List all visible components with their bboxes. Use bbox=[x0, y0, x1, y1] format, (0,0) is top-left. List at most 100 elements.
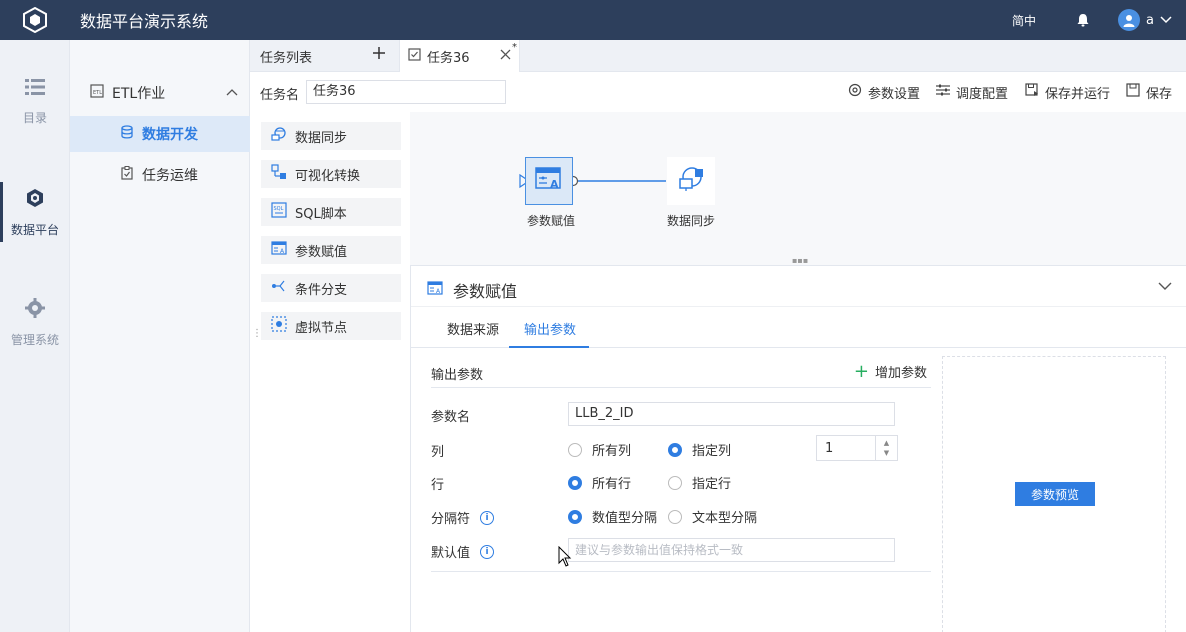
palette-item-label: 条件分支 bbox=[295, 282, 348, 298]
task-name-input[interactable]: 任务36 bbox=[306, 80, 506, 104]
data-sync-icon bbox=[271, 126, 287, 146]
virtual-node-icon bbox=[271, 316, 287, 336]
palette-item-data-sync[interactable]: 数据同步 bbox=[261, 122, 401, 150]
chevron-down-icon[interactable]: ▼ bbox=[884, 448, 889, 458]
branch-icon bbox=[271, 278, 287, 298]
data-sync-icon bbox=[677, 165, 705, 197]
label-text: 分隔符 bbox=[431, 512, 471, 527]
task-name-label: 任务名 bbox=[260, 88, 300, 103]
flow-canvas[interactable]: A 参数赋值 数据同步 bbox=[410, 112, 1186, 265]
chevron-down-icon[interactable] bbox=[1158, 280, 1172, 295]
active-tab-indicator bbox=[509, 346, 589, 348]
radio-label: 文本型分隔 bbox=[692, 511, 758, 526]
close-icon[interactable] bbox=[500, 49, 511, 64]
palette-item-param-assign[interactable]: A 参数赋值 bbox=[261, 236, 401, 264]
radio-text-separator[interactable]: 文本型分隔 bbox=[668, 507, 757, 526]
etl-icon: ETL bbox=[90, 84, 104, 102]
nav-label: 数据平台 bbox=[10, 223, 59, 237]
info-icon[interactable]: i bbox=[480, 510, 495, 525]
radio-numeric-separator[interactable]: 数值型分隔 bbox=[568, 507, 657, 526]
param-preview-area: 参数预览 bbox=[942, 356, 1166, 632]
save-button[interactable]: 保存 bbox=[1126, 82, 1172, 102]
svg-text:ETL: ETL bbox=[93, 90, 102, 96]
top-bar: 数据平台演示系统 简中 a bbox=[0, 0, 1186, 40]
stepper-arrows[interactable]: ▲ ▼ bbox=[875, 436, 897, 460]
user-menu[interactable]: a bbox=[1118, 9, 1172, 31]
output-params-header: 输出参数 + 增加参数 bbox=[431, 358, 931, 388]
palette-resize-handle[interactable]: ⋮ bbox=[252, 328, 262, 339]
label-text: 行 bbox=[431, 478, 445, 493]
save-and-run-button[interactable]: 保存并运行 bbox=[1025, 82, 1110, 102]
language-switch[interactable]: 简中 bbox=[1012, 12, 1036, 29]
separator-label: 分隔符 i bbox=[431, 508, 495, 527]
node-data-sync[interactable] bbox=[667, 157, 715, 205]
node-param-assign[interactable]: A bbox=[525, 157, 573, 205]
task-toolbar: 任务名 任务36 参数设置 调度配置 保存并运行 保存 bbox=[250, 72, 1186, 112]
sub-sidebar: ETL ETL作业 数据开发 任务运维 bbox=[70, 40, 250, 632]
radio-label: 指定行 bbox=[692, 477, 732, 492]
stepper-value: 1 bbox=[825, 440, 834, 456]
nav-item-admin[interactable]: 管理系统 bbox=[0, 298, 70, 348]
palette-item-condition-branch[interactable]: 条件分支 bbox=[261, 274, 401, 302]
panel-tabs: 数据来源 输出参数 bbox=[411, 306, 1186, 348]
panel-title-text: 参数赋值 bbox=[453, 282, 518, 301]
schedule-config-button[interactable]: 调度配置 bbox=[936, 82, 1008, 102]
etl-group-label: ETL作业 bbox=[112, 86, 166, 102]
tab-bar: 任务列表 任务36 * bbox=[250, 40, 1186, 73]
nav-label: 管理系统 bbox=[10, 333, 59, 347]
chevron-down-icon bbox=[1160, 13, 1172, 28]
tab-task36[interactable]: 任务36 * bbox=[400, 40, 520, 73]
sidebar-item-task-ops[interactable]: 任务运维 bbox=[70, 157, 250, 193]
sql-icon: SQL bbox=[271, 202, 287, 222]
nav-label: 目录 bbox=[22, 111, 47, 125]
radio-label: 指定列 bbox=[692, 444, 732, 459]
palette-item-virtual-node[interactable]: 虚拟节点 bbox=[261, 312, 401, 340]
sliders-icon bbox=[936, 83, 950, 101]
palette-item-sql-script[interactable]: SQL SQL脚本 bbox=[261, 198, 401, 226]
palette-item-label: 可视化转换 bbox=[295, 168, 361, 184]
radio-label: 所有列 bbox=[592, 444, 632, 459]
add-tab-icon[interactable] bbox=[373, 47, 385, 63]
param-name-input[interactable]: LLB_2_ID bbox=[568, 402, 895, 426]
gear-icon bbox=[848, 83, 862, 101]
nav-item-data-platform[interactable]: 数据平台 bbox=[0, 182, 70, 242]
visual-transform-icon bbox=[271, 164, 287, 184]
row-label: 行 bbox=[431, 474, 444, 493]
default-value-input[interactable]: 建议与参数输出值保持格式一致 bbox=[568, 538, 895, 562]
database-icon bbox=[120, 125, 134, 143]
radio-dot bbox=[568, 442, 582, 457]
sidebar-item-data-dev[interactable]: 数据开发 bbox=[70, 116, 250, 152]
list-icon bbox=[25, 78, 45, 99]
node-label: 参数赋值 bbox=[527, 214, 576, 228]
avatar bbox=[1118, 9, 1141, 31]
info-icon[interactable]: i bbox=[480, 544, 495, 559]
save-run-icon bbox=[1025, 83, 1039, 101]
task-check-icon bbox=[408, 48, 421, 65]
tab-label: 任务36 bbox=[427, 51, 470, 66]
radio-all-columns[interactable]: 所有列 bbox=[568, 440, 631, 459]
cube-icon bbox=[25, 188, 45, 211]
radio-all-rows[interactable]: 所有行 bbox=[568, 473, 631, 492]
etl-group-header[interactable]: ETL ETL作业 bbox=[70, 80, 250, 106]
node-label: 数据同步 bbox=[667, 214, 716, 228]
chevron-up-icon bbox=[226, 84, 238, 100]
bell-icon[interactable] bbox=[1076, 13, 1090, 27]
palette-item-visual-transform[interactable]: 可视化转换 bbox=[261, 160, 401, 188]
radio-specified-column[interactable]: 指定列 bbox=[668, 440, 731, 459]
add-param-button[interactable]: + 增加参数 bbox=[854, 362, 927, 381]
app-logo-icon[interactable] bbox=[0, 0, 70, 40]
tab-task-list[interactable]: 任务列表 bbox=[250, 40, 400, 72]
node-palette: 数据同步 可视化转换 SQL SQL脚本 A 参数赋值 条件分支 虚拟节点 bbox=[250, 112, 410, 632]
tab-data-source[interactable]: 数据来源 bbox=[447, 319, 499, 338]
param-preview-button[interactable]: 参数预览 bbox=[1015, 482, 1095, 506]
param-assign-icon: A bbox=[271, 240, 287, 260]
chevron-up-icon[interactable]: ▲ bbox=[884, 438, 889, 448]
param-settings-button[interactable]: 参数设置 bbox=[848, 82, 920, 102]
sidebar-item-label: 任务运维 bbox=[142, 168, 198, 184]
tab-output-params[interactable]: 输出参数 bbox=[524, 319, 576, 338]
panel-resize-handle[interactable]: ▪▪▪ bbox=[792, 256, 808, 265]
column-index-stepper[interactable]: 1 ▲ ▼ bbox=[816, 435, 898, 461]
radio-specified-row[interactable]: 指定行 bbox=[668, 473, 731, 492]
nav-item-catalog[interactable]: 目录 bbox=[0, 78, 70, 126]
radio-dot bbox=[668, 509, 682, 524]
